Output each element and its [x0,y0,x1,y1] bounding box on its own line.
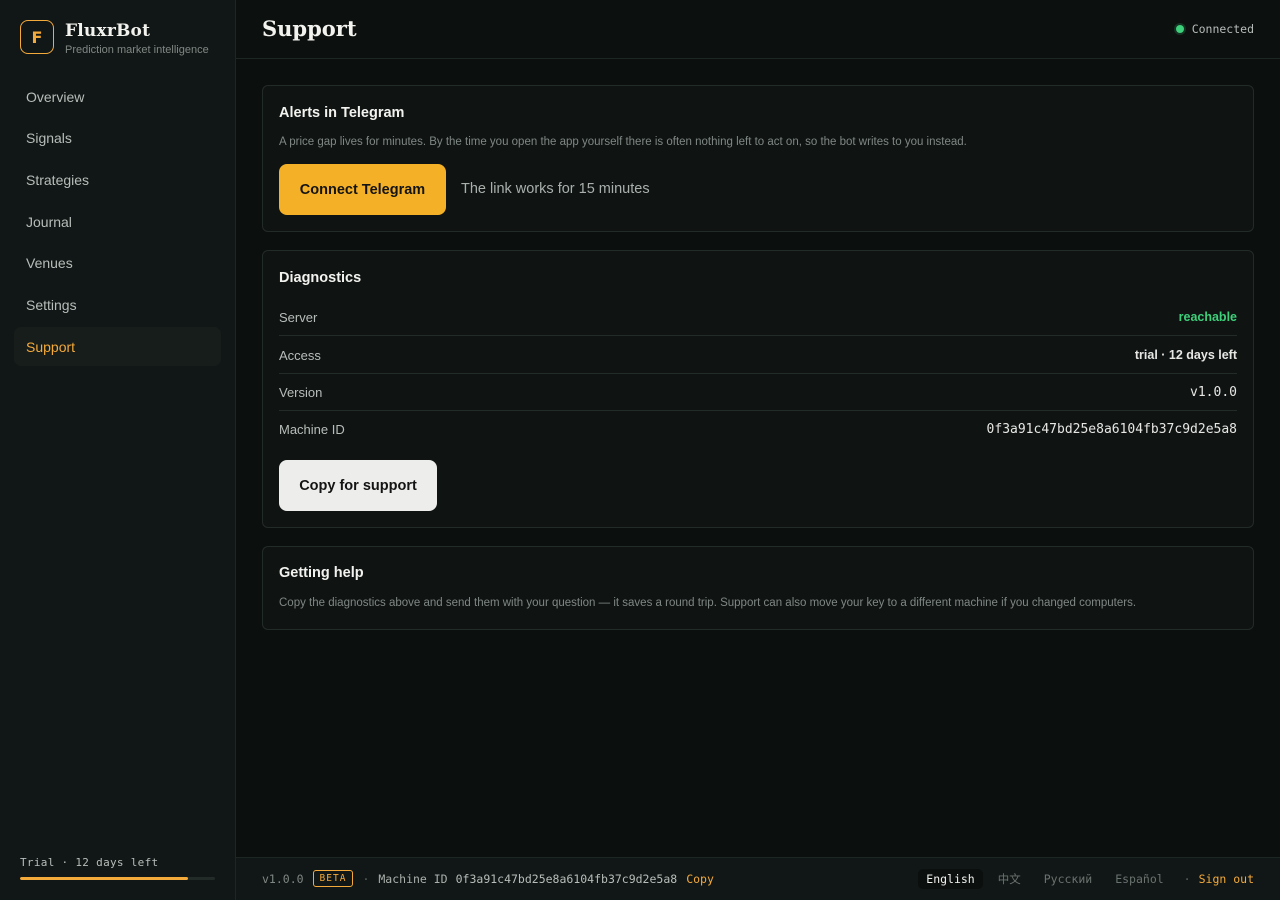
status-dot-icon [1175,25,1184,33]
sidebar-item-support[interactable]: Support [14,327,221,367]
diag-row-access: Access trial · 12 days left [279,337,1237,374]
footer-separator: · [1183,872,1191,886]
language-russian[interactable]: Русский [1036,869,1100,889]
beta-badge: BETA [312,870,354,887]
language-spanish[interactable]: Español [1107,869,1171,889]
trial-progress-bar [20,877,215,880]
footer: v1.0.0 BETA · Machine ID 0f3a91c47bd25e8… [236,857,1280,900]
diag-value-server: reachable [1178,310,1237,324]
copy-for-support-button[interactable]: Copy for support [279,460,437,511]
brand-name: FluxrBot [65,21,151,41]
brand-logo: F [20,20,54,54]
sidebar-item-venues[interactable]: Venues [14,244,221,283]
diag-key: Server [279,309,318,325]
footer-machine-label: Machine ID [378,871,448,886]
diag-row-version: Version v1.0.0 [279,374,1237,411]
diag-value-access: trial · 12 days left [1134,348,1237,362]
language-chinese[interactable]: 中文 [990,868,1029,890]
telegram-card-desc: A price gap lives for minutes. By the ti… [279,136,967,148]
diag-row-machine-id: Machine ID 0f3a91c47bd25e8a6104fb37c9d2e… [279,411,1237,448]
copy-machine-id-link[interactable]: Copy [686,872,714,886]
connection-status: Connected [1175,22,1254,36]
trial-status: Trial · 12 days left [20,856,215,880]
brand-tagline: Prediction market intelligence [65,44,209,56]
page-title: Support [262,16,357,41]
footer-version: v1.0.0 [262,871,304,886]
connect-telegram-button[interactable]: Connect Telegram [279,164,446,215]
help-card: Getting help Copy the diagnostics above … [262,546,1254,630]
diag-key: Access [279,347,321,363]
sidebar-item-overview[interactable]: Overview [14,77,221,116]
footer-separator: · [362,871,370,886]
link-expiry-note: The link works for 15 minutes [461,181,650,197]
connection-status-label: Connected [1191,22,1254,36]
brand: F FluxrBot Prediction market intelligenc… [20,20,209,56]
telegram-card: Alerts in Telegram A price gap lives for… [262,85,1254,232]
diagnostics-card-title: Diagnostics [279,270,362,286]
sidebar-nav: Overview Signals Strategies Journal Venu… [14,77,221,369]
diag-row-server: Server reachable [279,299,1237,336]
diag-key: Version [279,384,323,400]
sign-out-link[interactable]: Sign out [1199,872,1254,886]
trial-label: Trial · 12 days left [20,856,159,869]
diagnostics-card: Diagnostics Server reachable Access tria… [262,250,1254,528]
page-header: Support Connected [236,0,1280,59]
help-card-title: Getting help [279,565,364,581]
help-card-desc: Copy the diagnostics above and send them… [279,597,1137,609]
footer-machine-id: 0f3a91c47bd25e8a6104fb37c9d2e5a8 [455,871,678,886]
telegram-card-title: Alerts in Telegram [279,105,405,121]
sidebar-item-strategies[interactable]: Strategies [14,160,221,199]
diag-value-version: v1.0.0 [1190,384,1237,400]
diag-key: Machine ID [279,422,345,437]
language-english[interactable]: English [918,869,983,889]
sidebar-item-signals[interactable]: Signals [14,119,221,158]
diag-value-machine-id[interactable]: 0f3a91c47bd25e8a6104fb37c9d2e5a8 [987,422,1237,437]
sidebar-item-settings[interactable]: Settings [14,285,221,324]
trial-progress-fill [20,877,188,880]
sidebar-item-journal[interactable]: Journal [14,202,221,241]
sidebar: F FluxrBot Prediction market intelligenc… [0,0,236,900]
